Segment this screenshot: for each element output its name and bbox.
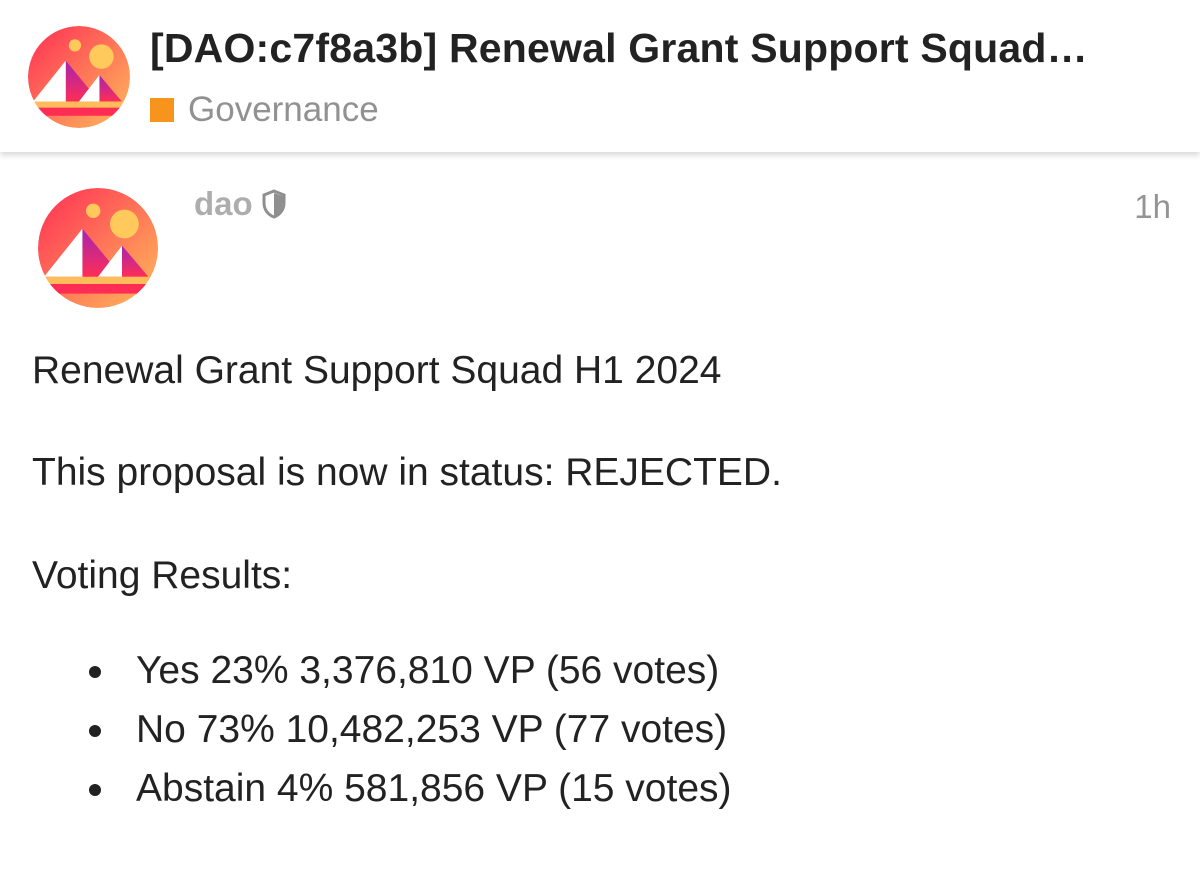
category-color-swatch: [150, 98, 174, 122]
avatar[interactable]: [38, 188, 158, 308]
bullet-icon: [89, 784, 101, 796]
post-author: dao: [194, 184, 287, 224]
post: dao 1h Renewal Grant Support Squad H1 20…: [0, 152, 1200, 885]
username[interactable]: dao: [194, 185, 253, 223]
result-text: No 73% 10,482,253 VP (77 votes): [136, 708, 728, 751]
list-item: No 73% 10,482,253 VP (77 votes): [32, 707, 1152, 766]
topic-header: [DAO:c7f8a3b] Renewal Grant Support Squa…: [0, 0, 1200, 152]
bullet-icon: [89, 666, 101, 678]
category-name: Governance: [188, 90, 379, 129]
proposal-status: This proposal is now in status: REJECTED…: [32, 451, 782, 494]
topic-title[interactable]: [DAO:c7f8a3b] Renewal Grant Support Squa…: [150, 24, 1150, 72]
post-time[interactable]: 1h: [1134, 188, 1171, 226]
result-text: Yes 23% 3,376,810 VP (56 votes): [136, 649, 720, 692]
results-heading: Voting Results:: [32, 554, 293, 597]
result-text: Abstain 4% 581,856 VP (15 votes): [136, 767, 732, 810]
voting-results-list: Yes 23% 3,376,810 VP (56 votes) No 73% 1…: [32, 648, 1152, 825]
list-item: Yes 23% 3,376,810 VP (56 votes): [32, 648, 1152, 707]
proposal-title: Renewal Grant Support Squad H1 2024: [32, 349, 722, 392]
category-badge[interactable]: Governance: [150, 90, 379, 130]
decentraland-logo-icon[interactable]: [28, 26, 130, 128]
list-item: Abstain 4% 581,856 VP (15 votes): [32, 766, 1152, 825]
bullet-icon: [89, 725, 101, 737]
shield-icon: [262, 189, 286, 219]
post-body: Renewal Grant Support Squad H1 2024 This…: [32, 348, 1152, 825]
